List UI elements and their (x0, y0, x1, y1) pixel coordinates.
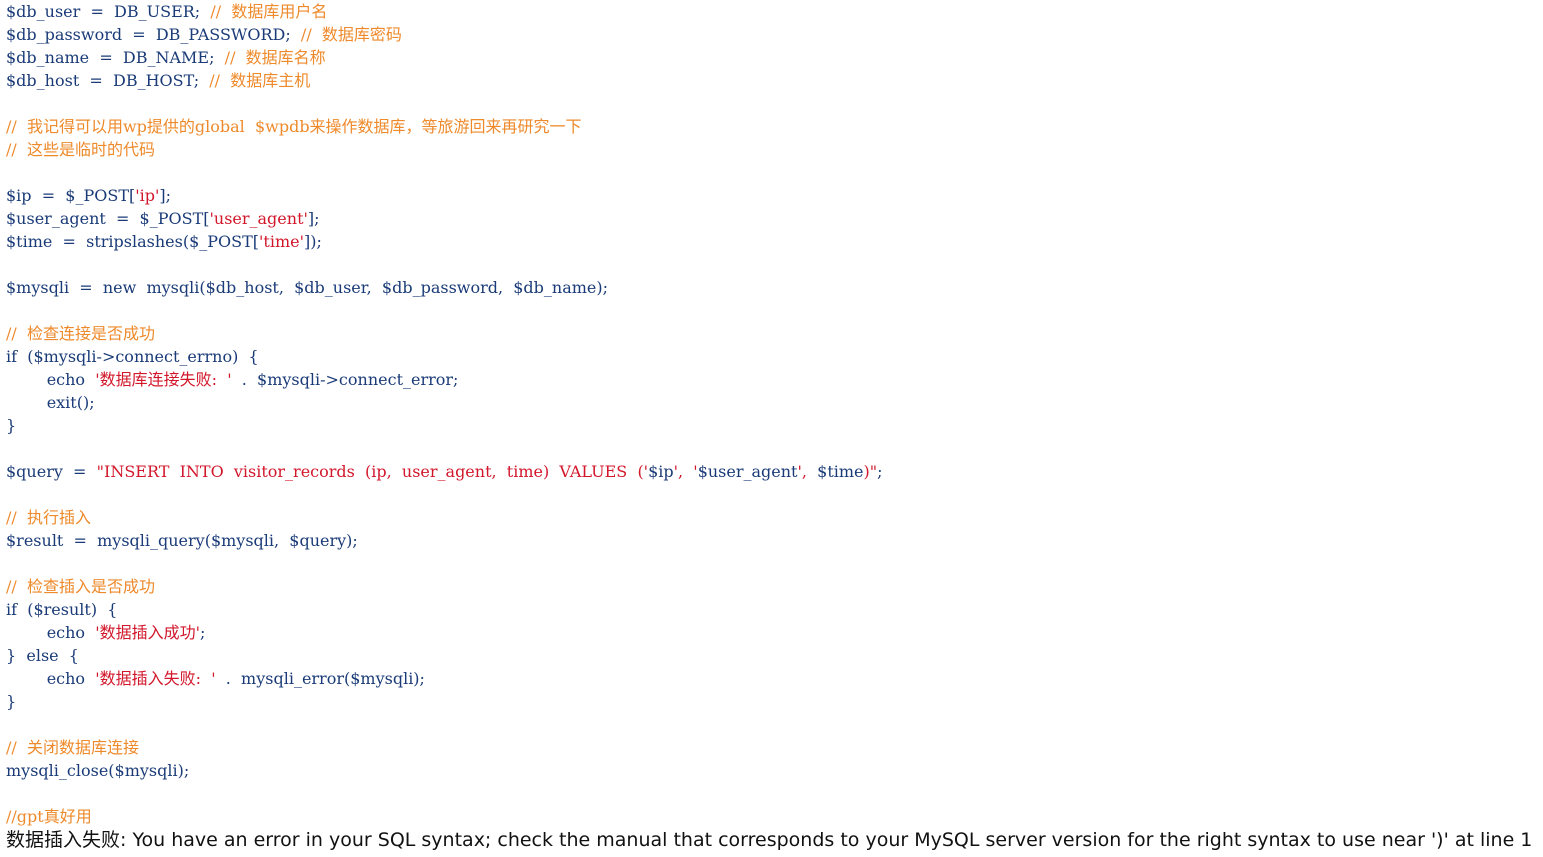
code-line: if ($result) { (6, 598, 883, 621)
code-line: mysqli_close($mysqli); (6, 759, 883, 782)
code-comment: //gpt真好用 (6, 807, 92, 826)
code-line: } (6, 690, 883, 713)
code-line: $db_host = DB_HOST; // 数据库主机 (6, 69, 883, 92)
code-line: //gpt真好用 (6, 805, 883, 828)
code-line: echo '数据插入成功'; (6, 621, 883, 644)
code-string: 'user_agent' (209, 209, 308, 228)
code-token: } else { (6, 646, 79, 665)
code-comment: // 检查插入是否成功 (6, 577, 155, 596)
code-token: ; (877, 462, 883, 481)
code-string: "INSERT INTO visitor_records (ip, user_a… (96, 462, 649, 481)
code-token: echo (6, 669, 96, 688)
code-token: if ($result) { (6, 600, 118, 619)
code-comment: // 执行插入 (6, 508, 91, 527)
code-token: mysqli_close($mysqli); (6, 761, 190, 780)
code-token: $query = (6, 462, 97, 481)
code-token: $db_user = DB_USER; (6, 2, 211, 21)
code-line: // 这些是临时的代码 (6, 138, 883, 161)
page-viewport: $db_user = DB_USER; // 数据库用户名 $db_passwor… (0, 0, 1543, 857)
code-string: ', ' (673, 462, 698, 481)
code-line: $mysqli = new mysqli($db_host, $db_user,… (6, 276, 883, 299)
code-comment: // 数据库密码 (300, 25, 402, 44)
code-string: )" (863, 462, 878, 481)
code-token: $ip (648, 462, 674, 481)
code-token: if ($mysqli->connect_errno) { (6, 347, 259, 366)
code-token: echo (6, 623, 96, 642)
code-line: $db_name = DB_NAME; // 数据库名称 (6, 46, 883, 69)
code-token: . mysqli_error($mysqli); (215, 669, 425, 688)
code-token: $db_host = DB_HOST; (6, 71, 210, 90)
code-token: ; (200, 623, 206, 642)
code-string: ', (797, 462, 818, 481)
code-line: echo '数据插入失败: ' . mysqli_error($mysqli); (6, 667, 883, 690)
code-line: $result = mysqli_query($mysqli, $query); (6, 529, 883, 552)
code-line: $ip = $_POST['ip']; (6, 184, 883, 207)
sql-error-output: 数据插入失败: You have an error in your SQL sy… (6, 829, 1533, 851)
code-line: } (6, 414, 883, 437)
code-comment: // 关闭数据库连接 (6, 738, 139, 757)
code-token: $time = stripslashes($_POST[ (6, 232, 260, 251)
code-comment: // 检查连接是否成功 (6, 324, 155, 343)
code-comment: // 数据库用户名 (210, 2, 328, 21)
code-token: $mysqli = new mysqli($db_host, $db_user,… (6, 278, 609, 297)
code-line: // 我记得可以用wp提供的global $wpdb来操作数据库，等旅游回来再研… (6, 115, 883, 138)
code-line: // 关闭数据库连接 (6, 736, 883, 759)
code-comment: // 这些是临时的代码 (6, 140, 155, 159)
code-string: '数据插入失败: ' (95, 669, 216, 688)
code-token: $db_name = DB_NAME; (6, 48, 225, 67)
code-token: $user_agent = $_POST[ (6, 209, 210, 228)
code-line: $time = stripslashes($_POST['time']); (6, 230, 883, 253)
code-string: '数据库连接失败: ' (95, 370, 232, 389)
code-token: exit(); (6, 393, 95, 412)
code-token: $time (817, 462, 864, 481)
code-token: ]; (159, 186, 172, 205)
code-string: '数据插入成功' (95, 623, 201, 642)
code-token: $db_password = DB_PASSWORD; (6, 25, 301, 44)
code-token: ]); (304, 232, 322, 251)
code-line: $db_password = DB_PASSWORD; // 数据库密码 (6, 23, 883, 46)
code-line: // 检查插入是否成功 (6, 575, 883, 598)
code-line: echo '数据库连接失败: ' . $mysqli->connect_erro… (6, 368, 883, 391)
code-line: exit(); (6, 391, 883, 414)
code-string: 'ip' (135, 186, 160, 205)
code-comment: // 我记得可以用wp提供的global $wpdb来操作数据库，等旅游回来再研… (6, 117, 582, 136)
code-line: // 执行插入 (6, 506, 883, 529)
code-line: // 检查连接是否成功 (6, 322, 883, 345)
code-token: echo (6, 370, 96, 389)
code-token: } (6, 692, 17, 711)
code-line: $query = "INSERT INTO visitor_records (i… (6, 460, 883, 483)
code-token: $result = mysqli_query($mysqli, $query); (6, 531, 358, 550)
code-token: $user_agent (697, 462, 798, 481)
code-line: } else { (6, 644, 883, 667)
php-source-code: $db_user = DB_USER; // 数据库用户名 $db_passwor… (6, 0, 883, 828)
code-token: } (6, 416, 17, 435)
code-token: $ip = $_POST[ (6, 186, 136, 205)
code-string: 'time' (259, 232, 304, 251)
code-comment: // 数据库名称 (224, 48, 326, 67)
code-token: ]; (307, 209, 320, 228)
code-comment: // 数据库主机 (209, 71, 311, 90)
code-line: $db_user = DB_USER; // 数据库用户名 (6, 0, 883, 23)
code-token: . $mysqli->connect_error; (231, 370, 459, 389)
code-line: $user_agent = $_POST['user_agent']; (6, 207, 883, 230)
code-line: if ($mysqli->connect_errno) { (6, 345, 883, 368)
